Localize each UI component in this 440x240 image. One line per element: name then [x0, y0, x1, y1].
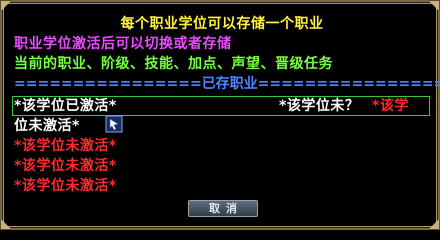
dialog-title: 每个职业学位可以存储一个职业 [120, 16, 324, 32]
slot-inactive-continued[interactable]: 位未激活* [14, 117, 80, 135]
slot-inactive[interactable]: *该学位未激活* [14, 157, 117, 175]
frame-corner [0, 218, 12, 230]
cursor-icon [105, 115, 123, 133]
frame-corner [0, 0, 12, 12]
slot-inactive-partial[interactable]: *该学 [372, 97, 409, 115]
frame-corner [428, 0, 440, 12]
storage-dialog: 每个职业学位可以存储一个职业 职业学位激活后可以切换或者存储 当前的职业、阶级、… [0, 0, 440, 230]
info-line-1: 职业学位激活后可以切换或者存储 [14, 36, 232, 52]
cancel-button[interactable]: 取消 [188, 200, 258, 217]
slot-active[interactable]: *该学位已激活* [14, 97, 117, 115]
slot-inactive[interactable]: *该学位未激活* [14, 137, 117, 155]
stored-careers-separator: ================已存职业================ [14, 76, 440, 92]
frame-corner [428, 218, 440, 230]
info-line-2: 当前的职业、阶级、技能、加点、声望、晋级任务 [14, 56, 333, 72]
slot-inactive[interactable]: *该学位未激活* [14, 177, 117, 195]
slot-unknown[interactable]: *该学位未？ [279, 97, 359, 115]
